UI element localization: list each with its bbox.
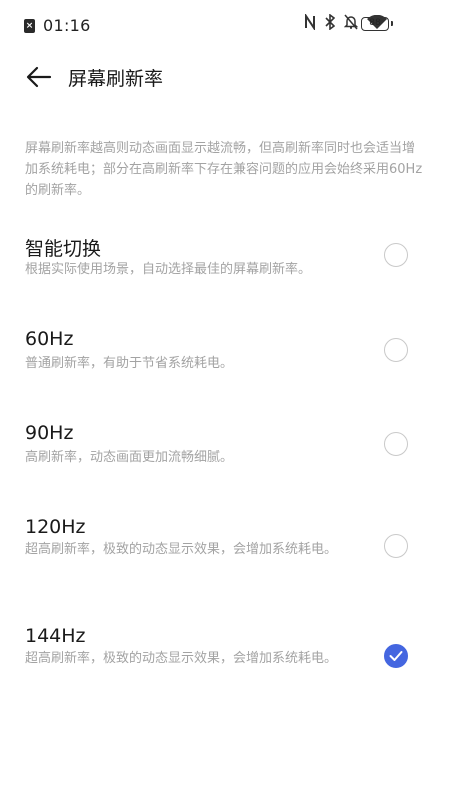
app-header: 屏幕刷新率 <box>0 52 449 100</box>
option-label: 60Hz <box>25 328 74 350</box>
option-sublabel: 高刷新率，动态画面更加流畅细腻。 <box>25 450 234 465</box>
option-label: 144Hz <box>25 625 86 647</box>
description-text: 屏幕刷新率越高则动态画面显示越流畅，但高刷新率同时也会适当增加系统耗电；部分在高… <box>25 141 423 198</box>
checkmark-icon <box>389 651 403 661</box>
option-120hz[interactable]: 120Hz 超高刷新率，极致的动态显示效果，会增加系统耗电。 <box>0 510 449 590</box>
option-label: 智能切换 <box>25 238 102 260</box>
bluetooth-icon <box>325 14 335 30</box>
radio-button[interactable] <box>384 432 408 456</box>
option-label: 90Hz <box>25 422 74 444</box>
option-60hz[interactable]: 60Hz 普通刷新率，有助于节省系统耗电。 <box>0 322 449 392</box>
status-bar: × 01:16 88 <box>0 0 449 50</box>
option-smart-switch[interactable]: 智能切换 根据实际使用场景，自动选择最佳的屏幕刷新率。 <box>0 228 449 298</box>
option-sublabel: 超高刷新率，极致的动态显示效果，会增加系统耗电。 <box>25 651 338 666</box>
radio-button[interactable] <box>384 243 408 267</box>
back-button[interactable] <box>24 62 54 92</box>
option-sublabel: 普通刷新率，有助于节省系统耗电。 <box>25 356 234 371</box>
arrow-left-icon <box>26 66 52 88</box>
option-90hz[interactable]: 90Hz 高刷新率，动态画面更加流畅细腻。 <box>0 416 449 486</box>
radio-button-selected[interactable] <box>384 644 408 668</box>
option-144hz[interactable]: 144Hz 超高刷新率，极致的动态显示效果，会增加系统耗电。 <box>0 619 449 699</box>
nfc-icon <box>304 14 316 30</box>
status-left: × 01:16 <box>24 16 91 35</box>
option-sublabel: 根据实际使用场景，自动选择最佳的屏幕刷新率。 <box>25 262 312 277</box>
option-label: 120Hz <box>25 516 86 538</box>
radio-button[interactable] <box>384 534 408 558</box>
status-time: 01:16 <box>43 16 91 35</box>
battery-indicator: 88 <box>361 17 393 31</box>
page-title: 屏幕刷新率 <box>68 68 164 90</box>
radio-button[interactable] <box>384 338 408 362</box>
bell-muted-icon <box>344 14 358 30</box>
option-sublabel: 超高刷新率，极致的动态显示效果，会增加系统耗电。 <box>25 542 338 557</box>
sim-missing-icon: × <box>24 18 35 33</box>
